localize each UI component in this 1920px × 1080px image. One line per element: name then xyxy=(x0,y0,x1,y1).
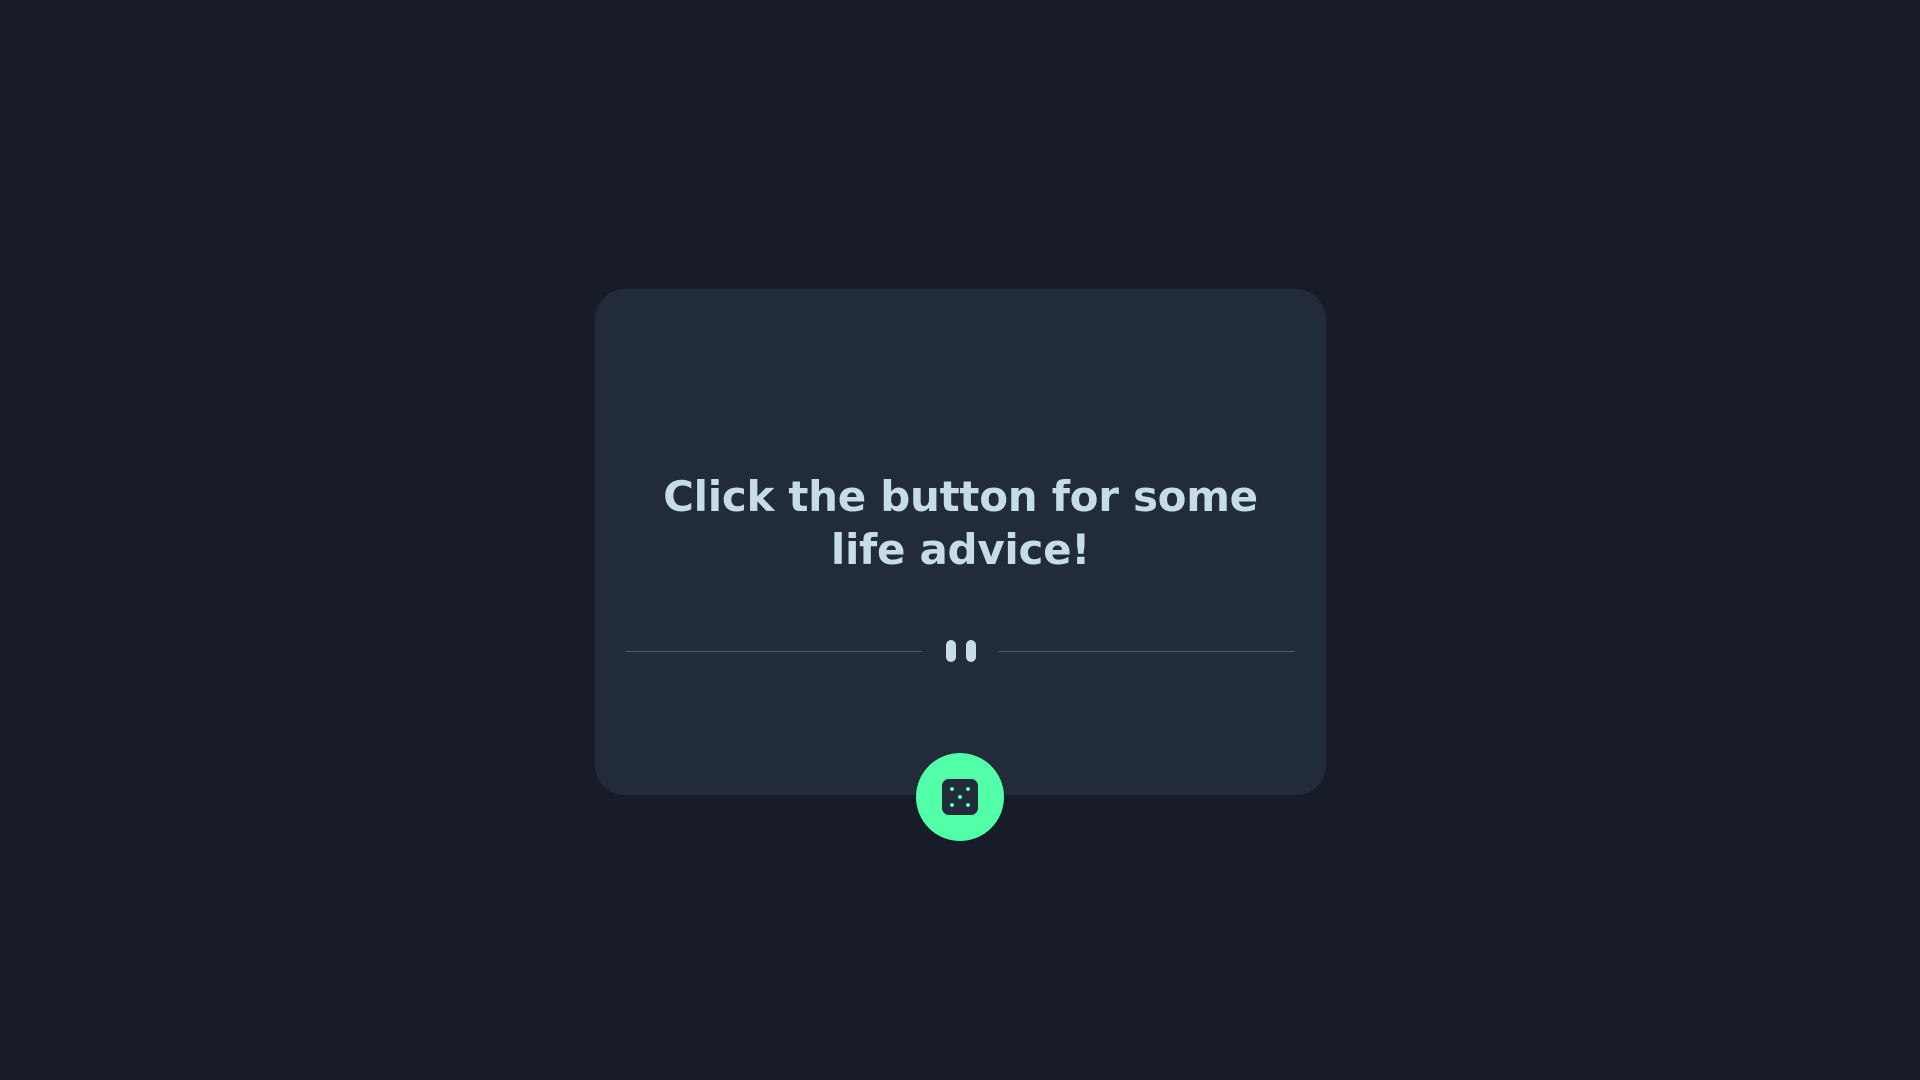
dice-icon xyxy=(942,779,978,815)
get-advice-button[interactable] xyxy=(916,753,1004,841)
advice-text: Click the button for some life advice! xyxy=(663,472,1258,574)
divider-line-right xyxy=(999,651,1295,652)
divider-line-left xyxy=(626,651,922,652)
pause-icon xyxy=(945,640,976,662)
advice-card: Click the button for some life advice! xyxy=(595,289,1326,795)
pattern-divider xyxy=(626,640,1295,662)
